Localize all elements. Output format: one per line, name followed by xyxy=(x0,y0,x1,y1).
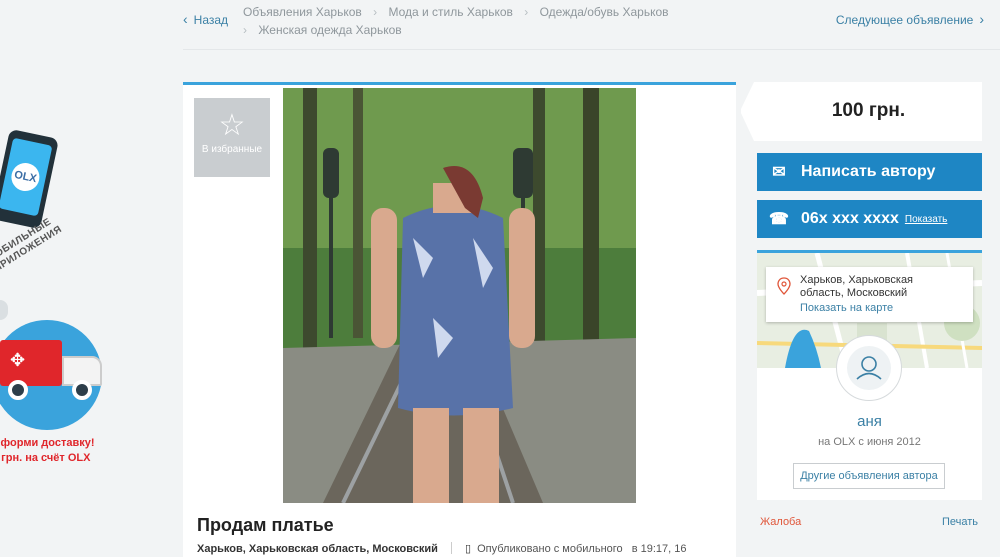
write-author-button[interactable]: ✉ Написать автору xyxy=(757,153,982,191)
divider xyxy=(0,300,8,320)
author-card: Харьков, Харьковская область, Московский… xyxy=(757,250,982,500)
listing-title: Продам платье xyxy=(197,515,334,535)
map-pin-icon xyxy=(777,277,791,295)
write-author-label: Написать автору xyxy=(801,163,936,180)
mobile-icon: ▯ xyxy=(465,543,472,555)
chevron-right-icon: › xyxy=(524,5,529,19)
envelope-icon: ✉ xyxy=(772,164,786,181)
phone-button[interactable]: ☎ 06x xxx xxxx Показать xyxy=(757,200,982,238)
breadcrumb-item[interactable]: Объявления Харьков xyxy=(243,5,362,19)
wheel-icon xyxy=(72,380,92,400)
arrows-icon: ✥ xyxy=(10,350,26,370)
wheel-icon xyxy=(8,380,28,400)
published-label: Опубликовано с мобильного xyxy=(477,543,623,555)
back-label: Назад xyxy=(193,13,229,27)
breadcrumb-item[interactable]: Одежда/обувь Харьков xyxy=(540,5,669,19)
breadcrumb-bar: ‹ Назад Объявления Харьков › Мода и стиль… xyxy=(183,0,1000,50)
published-time: в 19:17, 16 xyxy=(631,543,687,555)
back-link[interactable]: ‹ Назад xyxy=(183,11,228,27)
user-icon xyxy=(856,356,882,380)
breadcrumb: Объявления Харьков › Мода и стиль Харько… xyxy=(243,3,669,39)
price-box: 100 грн. xyxy=(740,82,982,141)
listing-meta: Харьков, Харьковская область, Московский… xyxy=(197,542,687,555)
listing-photo[interactable] xyxy=(283,88,636,503)
phone-icon: ☎ xyxy=(769,211,789,228)
phone-number: 06x xxx xxxx xyxy=(801,210,899,227)
delivery-promo-text[interactable]: Оформи доставку! 0 грн. на счёт OLX xyxy=(0,436,118,466)
favorite-button[interactable]: ☆ В избранные xyxy=(194,98,270,177)
breadcrumb-item[interactable]: Мода и стиль Харьков xyxy=(388,5,512,19)
page: OLX МОБИЛЬНЫЕ ПРИЛОЖЕНИЯ ✥ Оформи достав… xyxy=(0,0,1000,557)
listing-card: ☆ В избранные Продам платье Харьков, Хар… xyxy=(183,82,736,557)
chevron-right-icon: › xyxy=(243,23,247,37)
address-line-2: область, Московский xyxy=(800,287,908,299)
author-name[interactable]: аня xyxy=(757,413,982,430)
complain-link[interactable]: Жалоба xyxy=(760,516,801,528)
breadcrumb-item[interactable]: Женская одежда Харьков xyxy=(258,23,401,37)
show-on-map-link[interactable]: Показать на карте xyxy=(800,302,893,314)
photo-image xyxy=(283,88,636,503)
star-icon: ☆ xyxy=(218,109,246,142)
chevron-left-icon: ‹ xyxy=(183,11,188,27)
promo-sidebar[interactable]: OLX МОБИЛЬНЫЕ ПРИЛОЖЕНИЯ ✥ Оформи достав… xyxy=(0,0,120,557)
other-ads-button[interactable]: Другие объявления автора xyxy=(793,463,945,489)
address-box: Харьков, Харьковская область, Московский… xyxy=(766,267,973,322)
next-ad-link[interactable]: Следующее объявление › xyxy=(836,11,984,27)
divider xyxy=(450,542,452,554)
price: 100 грн. xyxy=(831,100,906,121)
olx-logo: OLX xyxy=(8,160,43,194)
author-since: на OLX с июня 2012 xyxy=(818,436,921,448)
avatar[interactable] xyxy=(836,335,902,401)
next-ad-label: Следующее объявление xyxy=(835,13,974,27)
delivery-line-2: 0 грн. на счёт OLX xyxy=(0,452,91,464)
chevron-right-icon: › xyxy=(373,5,378,19)
print-link[interactable]: Печать xyxy=(942,516,978,528)
show-phone-link[interactable]: Показать xyxy=(905,214,948,225)
listing-location: Харьков, Харьковская область, Московский xyxy=(197,543,438,555)
favorite-label: В избранные xyxy=(201,144,263,155)
delivery-line-1: Оформи доставку! xyxy=(0,437,95,449)
address-text: Харьков, Харьковская область, Московский xyxy=(800,274,913,300)
chevron-right-icon: › xyxy=(979,11,984,27)
address-line-1: Харьков, Харьковская xyxy=(800,274,914,286)
